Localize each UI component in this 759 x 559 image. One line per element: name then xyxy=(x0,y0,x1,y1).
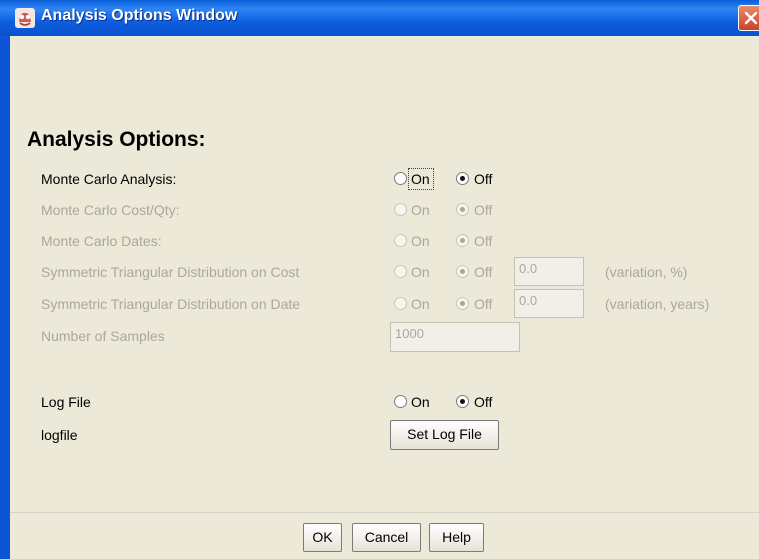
triangular-cost-on-label[interactable]: On xyxy=(411,264,430,280)
triangular-date-on-radio[interactable] xyxy=(394,297,407,310)
close-icon xyxy=(744,11,758,25)
footer-divider xyxy=(10,512,759,513)
monte-carlo-cost-qty-on-label[interactable]: On xyxy=(411,202,430,218)
monte-carlo-analysis-off-radio[interactable] xyxy=(456,172,469,185)
triangular-date-off-label[interactable]: Off xyxy=(474,296,492,312)
monte-carlo-analysis-on-label[interactable]: On xyxy=(411,171,430,187)
section-heading: Analysis Options: xyxy=(27,128,206,151)
app-icon xyxy=(15,8,35,28)
triangular-cost-off-radio[interactable] xyxy=(456,265,469,278)
set-log-file-button[interactable]: Set Log File xyxy=(390,420,499,450)
triangular-cost-input[interactable]: 0.0 xyxy=(514,257,584,286)
triangular-date-input[interactable]: 0.0 xyxy=(514,289,584,318)
monte-carlo-dates-label: Monte Carlo Dates: xyxy=(41,233,162,249)
log-file-on-radio[interactable] xyxy=(394,395,407,408)
number-of-samples-input[interactable]: 1000 xyxy=(390,322,520,352)
number-of-samples-label: Number of Samples xyxy=(41,328,165,344)
help-button[interactable]: Help xyxy=(429,523,484,552)
monte-carlo-cost-qty-off-radio[interactable] xyxy=(456,203,469,216)
ok-button[interactable]: OK xyxy=(303,523,342,552)
logfile-label: logfile xyxy=(41,427,78,443)
monte-carlo-analysis-off-label[interactable]: Off xyxy=(474,171,492,187)
log-file-label: Log File xyxy=(41,394,91,410)
cancel-button[interactable]: Cancel xyxy=(352,523,421,552)
triangular-cost-label: Symmetric Triangular Distribution on Cos… xyxy=(41,264,300,280)
triangular-cost-unit: (variation, %) xyxy=(605,264,688,280)
triangular-cost-off-label[interactable]: Off xyxy=(474,264,492,280)
window-left-border xyxy=(0,36,10,559)
title-bar[interactable]: Analysis Options Window xyxy=(0,0,759,36)
monte-carlo-dates-on-label[interactable]: On xyxy=(411,233,430,249)
window-title: Analysis Options Window xyxy=(41,7,238,24)
close-button[interactable] xyxy=(738,5,759,31)
monte-carlo-dates-on-radio[interactable] xyxy=(394,234,407,247)
triangular-date-label: Symmetric Triangular Distribution on Dat… xyxy=(41,296,301,312)
monte-carlo-cost-qty-on-radio[interactable] xyxy=(394,203,407,216)
analysis-options-window: Analysis Options Window Analysis Options… xyxy=(0,0,759,559)
log-file-on-label[interactable]: On xyxy=(411,394,430,410)
triangular-cost-on-radio[interactable] xyxy=(394,265,407,278)
log-file-off-label[interactable]: Off xyxy=(474,394,492,410)
monte-carlo-cost-qty-off-label[interactable]: Off xyxy=(474,202,492,218)
monte-carlo-dates-off-radio[interactable] xyxy=(456,234,469,247)
triangular-date-unit: (variation, years) xyxy=(605,296,710,312)
monte-carlo-analysis-on-radio[interactable] xyxy=(394,172,407,185)
triangular-date-off-radio[interactable] xyxy=(456,297,469,310)
monte-carlo-analysis-label: Monte Carlo Analysis: xyxy=(41,171,177,187)
log-file-off-radio[interactable] xyxy=(456,395,469,408)
triangular-date-on-label[interactable]: On xyxy=(411,296,430,312)
monte-carlo-cost-qty-label: Monte Carlo Cost/Qty: xyxy=(41,202,180,218)
monte-carlo-dates-off-label[interactable]: Off xyxy=(474,233,492,249)
